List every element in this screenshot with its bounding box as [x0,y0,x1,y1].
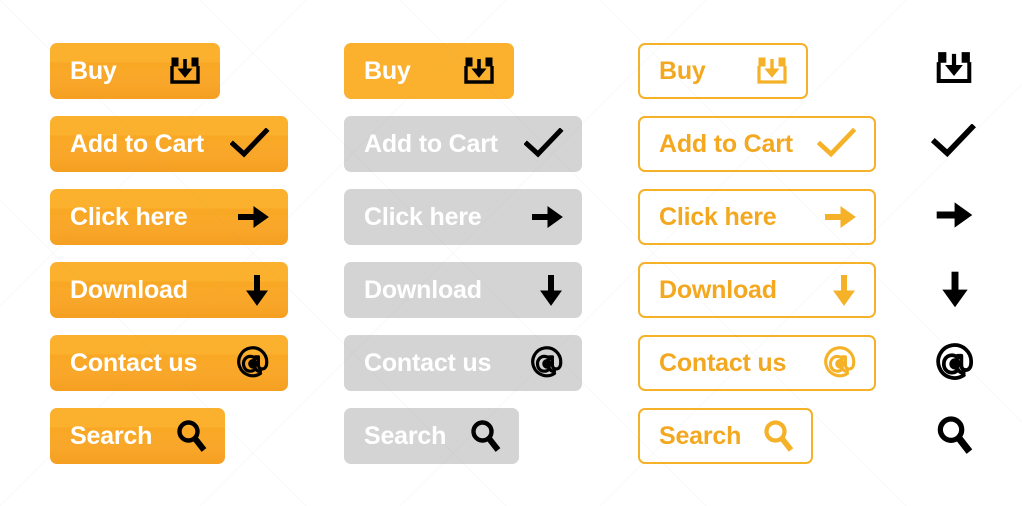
button-contact-us-solid[interactable]: Contact us [50,335,288,391]
check-icon [930,122,977,165]
icon-only-arrow-down[interactable] [938,270,972,312]
arrow-down-icon [244,273,270,307]
button-label: Buy [364,56,411,85]
button-click-here-solid[interactable]: Click here [50,189,288,245]
button-label: Add to Cart [659,129,793,158]
magnifier-icon [935,414,973,461]
button-label: Contact us [364,348,492,377]
at-sign-icon [823,346,857,380]
icon-only-magnifier[interactable] [934,415,974,459]
button-label: Add to Cart [364,129,498,158]
button-contact-us-outline[interactable]: Contact us [638,335,876,391]
button-search-solid[interactable]: Search [50,408,225,464]
check-icon [524,128,564,160]
button-label: Download [70,275,188,304]
button-label: Buy [659,56,706,85]
button-label: Search [70,421,153,450]
button-label: Contact us [70,348,198,377]
button-add-to-cart-solid[interactable]: Add to Cart [50,116,288,172]
at-sign-icon [935,342,975,388]
button-add-to-cart-disabled[interactable]: Add to Cart [344,116,582,172]
arrow-right-icon [934,200,974,235]
icon-only-arrow-right[interactable] [932,200,976,234]
magnifier-icon [175,419,207,453]
download-tray-icon [462,55,496,87]
arrow-right-icon [823,204,857,230]
check-icon [817,128,857,160]
at-sign-icon [530,346,564,380]
button-label: Download [364,275,482,304]
button-click-here-outline[interactable]: Click here [638,189,876,245]
magnifier-icon [762,419,794,453]
button-label: Click here [364,202,482,231]
button-search-outline[interactable]: Search [638,408,813,464]
button-set-canvas: Buy Add to Cart Click here Download Cont… [0,0,1022,506]
arrow-right-icon [236,204,270,230]
icon-only-at-sign[interactable] [934,342,976,388]
button-buy-solid[interactable]: Buy [50,43,220,99]
arrow-down-icon [831,273,857,307]
check-icon [230,128,270,160]
button-label: Search [364,421,447,450]
button-label: Download [659,275,777,304]
button-label: Add to Cart [70,129,204,158]
button-contact-us-disabled[interactable]: Contact us [344,335,582,391]
button-download-solid[interactable]: Download [50,262,288,318]
download-tray-icon [755,55,789,87]
download-tray-icon [168,55,202,87]
button-label: Contact us [659,348,787,377]
arrow-down-icon [940,269,970,314]
button-download-disabled[interactable]: Download [344,262,582,318]
download-tray-icon [934,49,974,92]
button-add-to-cart-outline[interactable]: Add to Cart [638,116,876,172]
icon-only-check[interactable] [930,122,978,165]
button-buy-flat[interactable]: Buy [344,43,514,99]
button-click-here-disabled[interactable]: Click here [344,189,582,245]
button-buy-outline[interactable]: Buy [638,43,808,99]
button-label: Click here [659,202,777,231]
button-download-outline[interactable]: Download [638,262,876,318]
button-label: Click here [70,202,188,231]
button-label: Search [659,421,742,450]
arrow-down-icon [538,273,564,307]
magnifier-icon [469,419,501,453]
at-sign-icon [236,346,270,380]
arrow-right-icon [530,204,564,230]
icon-only-download-tray[interactable] [932,50,976,90]
button-search-disabled[interactable]: Search [344,408,519,464]
button-label: Buy [70,56,117,85]
